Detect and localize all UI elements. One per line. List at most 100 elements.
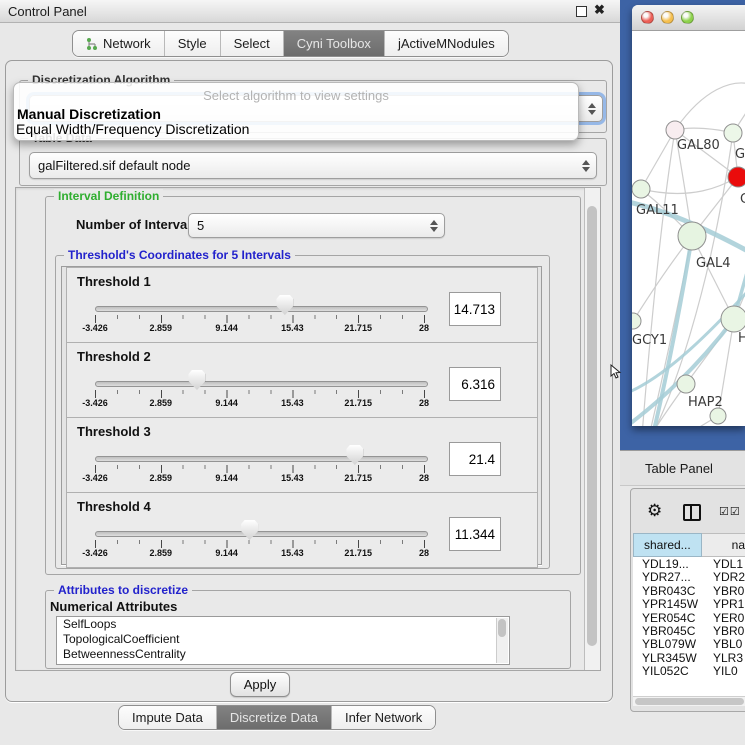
tab-cyni-toolbox[interactable]: Cyni Toolbox: [284, 31, 385, 56]
threshold-value-field[interactable]: 11.344: [449, 517, 501, 551]
column-header-shared-name[interactable]: shared...: [633, 533, 702, 557]
columns-icon[interactable]: [683, 504, 701, 521]
tick-label: 21.715: [344, 473, 372, 483]
table-row[interactable]: YBL079WYBL0: [633, 637, 745, 650]
window-close-icon[interactable]: ✖: [594, 2, 605, 18]
cell-shared-name: YBL079W: [642, 637, 696, 651]
cell-name: YBR0: [713, 584, 744, 598]
control-panel-title: Control Panel: [8, 4, 87, 19]
attributes-group: Attributes to discretize Numerical Attri…: [45, 590, 571, 669]
tick-label: 21.715: [344, 323, 372, 333]
settings-scrollbar-thumb[interactable]: [587, 206, 597, 646]
combo-stepper-icon: [430, 214, 438, 237]
table-row[interactable]: YPR145WYPR1: [633, 597, 745, 610]
table-data-group: Table Data galFiltered.sif default node: [19, 138, 607, 186]
tab-label: Impute Data: [132, 710, 203, 725]
table-row[interactable]: YDR27...YDR2: [633, 570, 745, 583]
tab-label: Cyni Toolbox: [297, 36, 371, 51]
window-float-icon[interactable]: [576, 6, 587, 17]
table-row[interactable]: YBR043C YBR0: [633, 584, 745, 597]
slider-major-ticks: [95, 540, 426, 548]
svg-text:H: H: [738, 331, 745, 346]
tab-discretize-data[interactable]: Discretize Data: [217, 706, 332, 729]
threshold-value-field[interactable]: 21.4: [449, 442, 501, 476]
slider-track[interactable]: [95, 306, 428, 312]
apply-button[interactable]: Apply: [230, 672, 290, 697]
table-header-row: shared... na: [633, 533, 745, 557]
cell-shared-name: YBR043C: [642, 584, 695, 598]
slider-thumb[interactable]: [241, 520, 258, 540]
threshold-value-field[interactable]: 6.316: [449, 367, 501, 401]
table-row[interactable]: YDL19...YDL1: [633, 557, 745, 570]
table-row[interactable]: YER054CYER0: [633, 611, 745, 624]
attribute-item[interactable]: BetweennessCentrality: [57, 647, 509, 662]
thresholds-group-title: Threshold's Coordinates for 5 Intervals: [64, 248, 295, 262]
close-traffic-light-icon[interactable]: [641, 11, 654, 24]
num-intervals-combo[interactable]: 5: [188, 213, 445, 238]
threshold-row-2: Threshold 2-3.4262.8599.14415.4321.71528…: [66, 342, 538, 418]
tick-label: 9.144: [215, 323, 238, 333]
slider-track[interactable]: [95, 531, 428, 537]
network-window-titlebar: [632, 5, 745, 31]
tab-infer-network[interactable]: Infer Network: [332, 706, 435, 729]
table-row[interactable]: YLR345WYLR3: [633, 651, 745, 664]
threshold-value-field[interactable]: 14.713: [449, 292, 501, 326]
settings-scrollbar[interactable]: [584, 188, 600, 670]
tab-network[interactable]: Network: [73, 31, 165, 56]
tab-impute-data[interactable]: Impute Data: [119, 706, 217, 729]
tab-select[interactable]: Select: [221, 31, 284, 56]
tick-label: 28: [419, 548, 429, 558]
table-hscrollbar[interactable]: [633, 696, 745, 706]
slider-major-ticks: [95, 315, 426, 323]
attribute-list-scrollbar[interactable]: [496, 618, 508, 663]
num-intervals-label: Number of Intervals: [76, 217, 198, 232]
column-header-name[interactable]: na: [702, 533, 745, 557]
tick-label: 2.859: [150, 548, 173, 558]
attribute-list[interactable]: SelfLoopsTopologicalCoefficientBetweenne…: [56, 616, 510, 665]
cell-name: YIL0: [713, 664, 738, 678]
settings-scroll-area: Interval Definition Number of Intervals …: [15, 187, 601, 671]
tick-label: -3.426: [82, 548, 108, 558]
svg-text:GAL4: GAL4: [696, 256, 730, 271]
combo-stepper-icon: [588, 96, 596, 121]
popup-item-manual[interactable]: Manual Discretization: [17, 106, 161, 122]
tick-label: 15.43: [281, 398, 304, 408]
tab-jactivemnodules[interactable]: jActiveMNodules: [385, 31, 508, 56]
zoom-traffic-light-icon[interactable]: [681, 11, 694, 24]
tab-label: Style: [178, 36, 207, 51]
slider-thumb[interactable]: [346, 445, 363, 465]
slider-thumb[interactable]: [276, 295, 293, 315]
popup-placeholder: Select algorithm to view settings: [14, 88, 578, 103]
attributes-group-title: Attributes to discretize: [54, 583, 192, 597]
popup-item-equal-width[interactable]: Equal Width/Frequency Discretization: [16, 121, 249, 137]
select-columns-icon[interactable]: ☑☑: [719, 505, 741, 518]
slider-track[interactable]: [95, 381, 428, 387]
svg-text:HAP2: HAP2: [688, 395, 723, 410]
cell-shared-name: YBR045C: [642, 624, 695, 638]
table-data-combo[interactable]: galFiltered.sif default node: [29, 152, 597, 179]
cell-name: YDR2: [713, 570, 745, 584]
cyni-toolbox-panel: Discretization Algorithm Table Data galF…: [5, 60, 613, 702]
table-row[interactable]: YBR045C YBR0: [633, 624, 745, 637]
threshold-row-3: Threshold 3-3.4262.8599.14415.4321.71528…: [66, 417, 538, 493]
slider-thumb[interactable]: [188, 370, 205, 390]
slider-track[interactable]: [95, 456, 428, 462]
tick-label: 2.859: [150, 323, 173, 333]
tab-label: Infer Network: [345, 710, 422, 725]
tick-label: 9.144: [215, 398, 238, 408]
gear-icon[interactable]: ⚙: [647, 502, 662, 519]
network-canvas[interactable]: GAL80GACGAL11GAL4GCY1HHAP2: [632, 31, 745, 426]
minimize-traffic-light-icon[interactable]: [661, 11, 674, 24]
table-row[interactable]: YIL052C YIL0: [633, 664, 745, 677]
cell-name: YBR0: [713, 624, 744, 638]
tab-style[interactable]: Style: [165, 31, 221, 56]
tick-label: 15.43: [281, 473, 304, 483]
cell-shared-name: YDL19...: [642, 557, 689, 571]
table-panel-titlebar: Table Panel: [620, 450, 745, 486]
table-rows[interactable]: YDL19...YDL1YDR27...YDR2YBR043CYBR0YPR14…: [633, 557, 745, 696]
svg-text:GAL11: GAL11: [636, 203, 679, 218]
attribute-item[interactable]: SelfLoops: [57, 617, 509, 632]
tick-label: 9.144: [215, 548, 238, 558]
attribute-item[interactable]: TopologicalCoefficient: [57, 632, 509, 647]
cell-shared-name: YIL052C: [642, 664, 689, 678]
